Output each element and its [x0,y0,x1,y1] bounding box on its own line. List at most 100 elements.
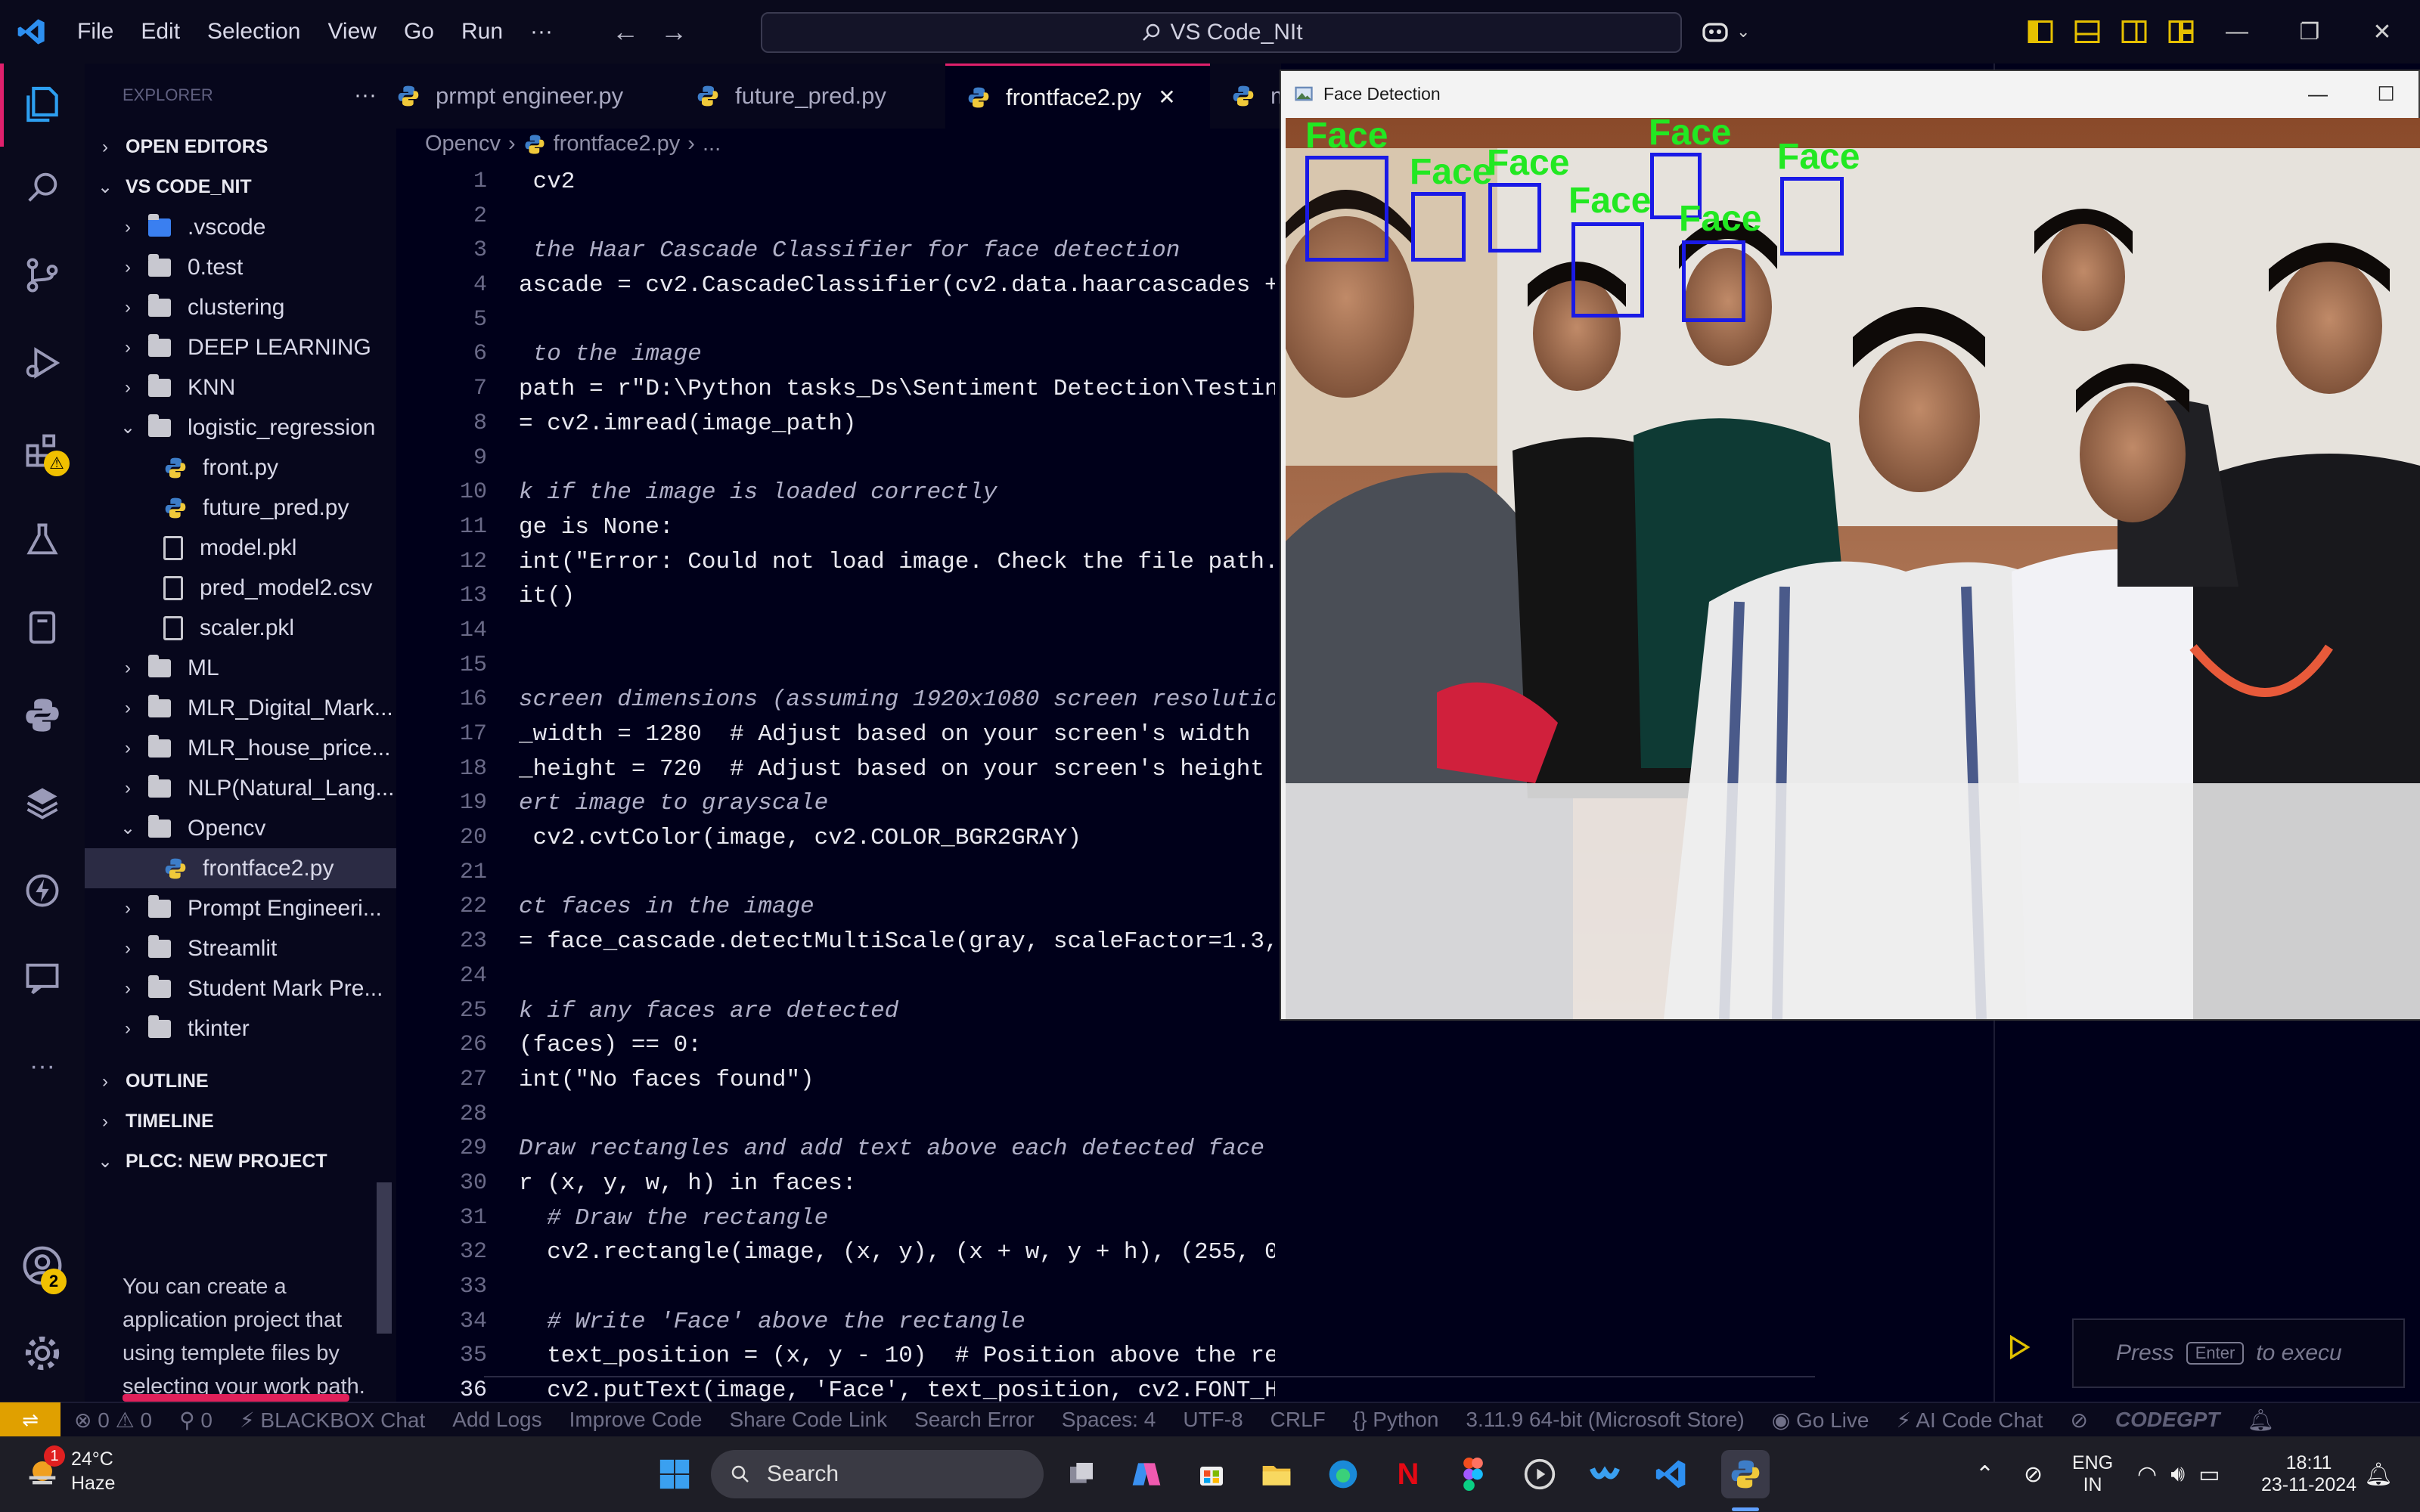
ai-code-chat[interactable]: ⚡ AI Code Chat [1882,1408,2056,1433]
code-line[interactable]: path = r"D:\Python tasks_Ds\Sentiment De… [519,372,1275,407]
code-line[interactable] [519,614,1275,649]
tree-item-folder[interactable]: › ML [85,648,396,688]
layers-icon[interactable] [20,780,65,826]
tree-item-file-selected[interactable]: frontface2.py [85,848,396,888]
sync-off-icon[interactable]: ⊘ [2024,1436,2043,1512]
code-line[interactable] [519,1098,1275,1132]
menu-edit[interactable]: Edit [127,19,194,45]
edge-browser-icon[interactable] [1319,1450,1367,1498]
code-line[interactable]: (faces) == 0: [519,1028,1275,1063]
code-line[interactable]: _height = 720 # Adjust based on your scr… [519,752,1275,787]
code-line[interactable]: # Write 'Face' above the rectangle [519,1305,1275,1340]
code-line[interactable]: int("No faces found") [519,1063,1275,1098]
maximize-icon[interactable]: ☐ [2352,71,2420,116]
code-line[interactable]: ge is None: [519,510,1275,545]
explorer-icon[interactable] [20,82,65,127]
tree-item-file[interactable]: future_pred.py [85,488,396,528]
toggle-secondary-sidebar-icon[interactable] [2121,18,2148,45]
testing-flask-icon[interactable] [20,517,65,562]
timeline-section[interactable]: › TIMELINE [85,1101,396,1142]
tab-frontface2[interactable]: frontface2.py ✕ [945,64,1210,129]
chat-input[interactable]: Press Enter to execu [2072,1318,2405,1388]
tree-item-file[interactable]: front.py [85,448,396,488]
weather-widget[interactable]: 1 24°C Haze [23,1445,115,1495]
search-error[interactable]: Search Error [901,1408,1048,1432]
code-line[interactable] [519,856,1275,891]
tree-item-file[interactable]: model.pkl [85,528,396,568]
code-line[interactable]: = cv2.imread(image_path) [519,407,1275,442]
tree-item-folder[interactable]: › MLR_house_price... [85,728,396,768]
media-player-icon[interactable] [1516,1450,1564,1498]
menu-more-icon[interactable]: ··· [517,19,566,45]
language-indicator[interactable]: ENG IN [2072,1436,2113,1512]
windows-start-icon[interactable] [650,1450,699,1498]
code-line[interactable]: the Haar Cascade Classifier for face det… [519,234,1275,268]
menu-selection[interactable]: Selection [194,19,314,45]
code-line[interactable]: ct faces in the image [519,890,1275,925]
tab-future-pred[interactable]: future_pred.py [696,64,945,129]
code-line[interactable]: int("Error: Could not load image. Check … [519,545,1275,580]
microsoft-store-icon[interactable] [1187,1450,1236,1498]
tree-item-folder[interactable]: › DEEP LEARNING [85,327,396,367]
explorer-more-icon[interactable]: ··· [354,82,377,108]
code-line[interactable]: to the image [519,337,1275,372]
sidebar-scrollbar[interactable] [377,1182,392,1334]
code-line[interactable]: text_position = (x, y - 10) # Position a… [519,1339,1275,1374]
close-icon[interactable]: ✕ [2346,19,2418,45]
problems-indicator[interactable]: ⊗ 0 ⚠ 0 [60,1408,166,1433]
improve-code[interactable]: Improve Code [556,1408,716,1432]
code-line[interactable]: Draw rectangles and add text above each … [519,1132,1275,1167]
tree-item-folder[interactable]: › 0.test [85,247,396,287]
code-line[interactable]: k if the image is loaded correctly [519,476,1275,510]
tree-item-folder[interactable]: › KNN [85,367,396,407]
tab-mlr[interactable]: mlr [1210,64,1281,129]
tree-item-folder[interactable]: › Streamlit [85,928,396,968]
code-line[interactable]: r (x, y, w, h) in faces: [519,1167,1275,1201]
workspace-section[interactable]: ⌄ VS CODE_NIT [85,167,396,207]
settings-gear-icon[interactable] [20,1331,65,1376]
code-line[interactable]: cv2.rectangle(image, (x, y), (x + w, y +… [519,1235,1275,1270]
task-view-icon[interactable] [1057,1450,1106,1498]
toggle-sidebar-icon[interactable] [2027,18,2054,45]
menu-file[interactable]: File [64,19,127,45]
figma-icon[interactable] [1449,1450,1497,1498]
minimize-icon[interactable]: — [2284,71,2352,116]
account-icon[interactable]: 2 [20,1243,67,1294]
code-editor[interactable]: cv2 the Haar Cascade Classifier for face… [519,165,1275,1408]
open-editors-section[interactable]: › OPEN EDITORS [85,127,396,167]
python-icon[interactable] [20,692,65,738]
indentation[interactable]: Spaces: 4 [1048,1408,1170,1432]
tree-item-folder[interactable]: › Prompt Engineeri... [85,888,396,928]
code-line[interactable]: it() [519,579,1275,614]
tree-item-folder-open[interactable]: ⌄ logistic_regression [85,407,396,448]
extensions-icon[interactable]: ⚠ [20,428,70,476]
language-mode[interactable]: {} Python [1339,1408,1453,1432]
code-line[interactable] [519,442,1275,476]
code-line[interactable]: cv2.cvtColor(image, cv2.COLOR_BGR2GRAY) [519,821,1275,856]
more-icon[interactable]: ··· [20,1043,65,1089]
taskbar-search[interactable]: Search [711,1450,1044,1498]
plcc-button[interactable] [123,1394,349,1402]
menu-go[interactable]: Go [390,19,448,45]
breadcrumb-folder[interactable]: Opencv [425,132,501,156]
add-logs[interactable]: Add Logs [439,1408,555,1432]
tree-item-folder[interactable]: › tkinter [85,1009,396,1049]
ports-indicator[interactable]: ⚲ 0 [166,1408,226,1433]
copilot-menu[interactable]: ⌄ [1700,0,1750,64]
file-explorer-icon[interactable] [1252,1450,1301,1498]
code-line[interactable]: ascade = cv2.CascadeClassifier(cv2.data.… [519,268,1275,303]
tree-item-folder[interactable]: › NLP(Natural_Lang... [85,768,396,808]
python-app-icon[interactable] [1721,1450,1770,1498]
remote-icon[interactable]: ⇌ [0,1402,60,1437]
clock[interactable]: 18:11 23-11-2024 [2261,1436,2356,1512]
breadcrumb-file[interactable]: frontface2.py [554,132,681,156]
code-line[interactable]: ert image to grayscale [519,786,1275,821]
tree-item-file[interactable]: pred_model2.csv [85,568,396,608]
tab-prmpt-engineer[interactable]: prmpt engineer.py [396,64,696,129]
notification-bell-icon[interactable]: 🔔︎ [2364,1436,2393,1512]
breadcrumb-symbols[interactable]: ... [703,132,721,156]
go-live[interactable]: ◉ Go Live [1758,1408,1883,1433]
horizontal-scrollbar[interactable] [484,1376,1815,1377]
tree-item-file[interactable]: scaler.pkl [85,608,396,648]
webex-icon[interactable] [1581,1450,1629,1498]
